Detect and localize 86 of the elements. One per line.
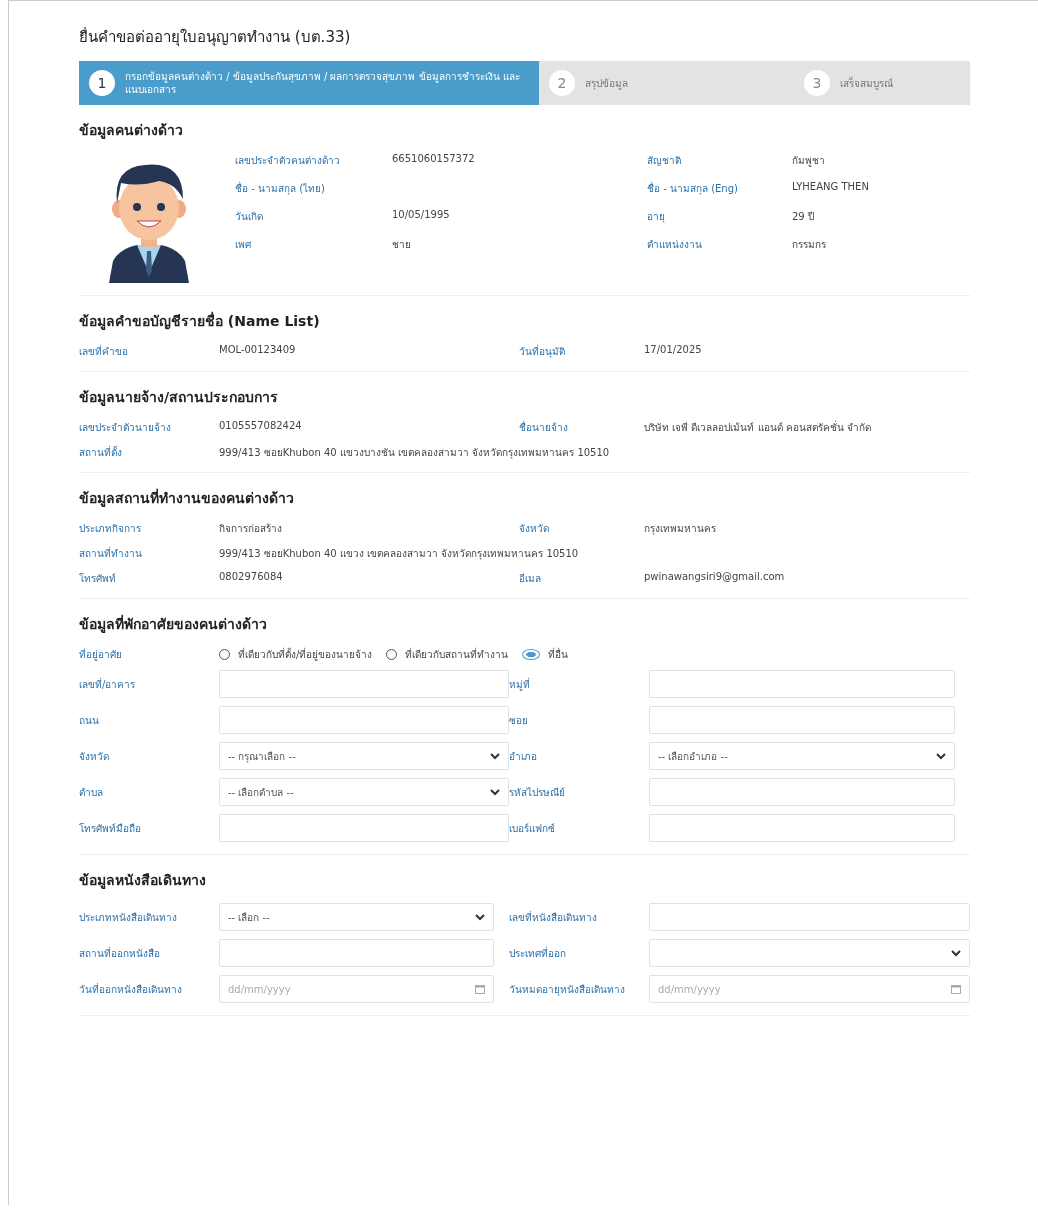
text-field[interactable] xyxy=(219,814,509,842)
select-field[interactable]: -- เลือก -- xyxy=(219,903,494,931)
step-tab[interactable]: 3 เสร็จสมบูรณ์ xyxy=(794,61,1038,105)
field-label: เลขที่คำขอ xyxy=(79,344,129,359)
text-field[interactable] xyxy=(649,778,955,806)
section-title: ข้อมูลสถานที่ทำงานของคนต่างด้าว xyxy=(79,487,295,509)
section-title: ข้อมูลคนต่างด้าว xyxy=(79,121,184,141)
field-label: โทรศัพท์มือถือ xyxy=(79,821,142,836)
field-label: ประเภทหนังสือเดินทาง xyxy=(79,910,178,925)
text-field[interactable] xyxy=(649,903,970,931)
field-label: ชื่อ - นามสกุล (Eng) xyxy=(647,181,739,196)
field-value: 999/413 ซอยKhubon 40 แขวงบางชัน เขตคลองสามวา จังหวัดกรุงเทพมหานคร 10510 xyxy=(219,446,611,460)
field-value: 999/413 ซอยKhubon 40 แขวง เขตคลองสามวา จังหวัดกรุงเทพมหานคร 10510 xyxy=(219,547,580,561)
field-label: โทรศัพท์ xyxy=(79,572,117,586)
chevron-down-icon xyxy=(951,949,961,957)
field-label: ซอย xyxy=(509,713,529,728)
field-value: กัมพูชา xyxy=(792,154,826,168)
field-label: ชื่อ - นามสกุล (ไทย) xyxy=(235,181,326,196)
chevron-down-icon xyxy=(936,752,946,760)
field-label: วันที่ออกหนังสือเดินทาง xyxy=(79,981,183,997)
select-field[interactable]: -- กรุณาเลือก -- xyxy=(219,742,509,770)
radio-option[interactable]: ที่เดียวกับที่ตั้ง/ที่อยู่ของนายจ้าง xyxy=(219,647,373,662)
field-label: วันหมดอายุหนังสือเดินทาง xyxy=(509,982,626,997)
field-label: วันที่อนุมัติ xyxy=(519,344,566,359)
field-label: เลขที่/อาคาร xyxy=(79,676,137,692)
section-title: ข้อมูลคำขอบัญชีรายชื่อ (Name List) xyxy=(79,310,321,332)
calendar-icon xyxy=(951,984,961,994)
field-label: สัญชาติ xyxy=(647,154,682,168)
field-label: สถานที่ออกหนังสือ xyxy=(79,945,161,961)
chevron-down-icon xyxy=(490,788,500,796)
select-field[interactable]: -- เลือกอำเภอ -- xyxy=(649,742,955,770)
field-label: ถนน xyxy=(79,713,100,728)
text-field[interactable] xyxy=(219,706,509,734)
field-label: สถานที่ทำงาน xyxy=(79,546,143,561)
field-value: กรรมกร xyxy=(792,238,827,252)
select-field[interactable]: -- เลือกตำบล -- xyxy=(219,778,509,806)
field-label: อำเภอ xyxy=(509,749,538,764)
field-value: 10/05/1995 xyxy=(392,209,451,222)
field-label: ตำบล xyxy=(79,785,104,800)
radio-option[interactable]: ที่อื่น xyxy=(522,647,569,662)
text-field[interactable] xyxy=(219,670,509,698)
field-label: สถานที่ตั้ง xyxy=(79,445,123,460)
field-label: จังหวัด xyxy=(79,749,110,764)
section-title: ข้อมูลหนังสือเดินทาง xyxy=(79,871,207,891)
chevron-down-icon xyxy=(475,913,485,921)
section-title: ข้อมูลนายจ้าง/สถานประกอบการ xyxy=(79,388,280,408)
field-label: อีเมล xyxy=(519,572,542,586)
field-value: MOL-00123409 xyxy=(219,344,297,357)
field-value: กิจการก่อสร้าง xyxy=(219,522,283,536)
field-value: 17/01/2025 xyxy=(644,344,703,357)
field-label: หมู่ที่ xyxy=(509,676,531,692)
field-label: เลขประจำตัวนายจ้าง xyxy=(79,421,172,435)
text-field[interactable] xyxy=(649,670,955,698)
step-tab[interactable]: 1 กรอกข้อมูลคนต่างด้าว / ข้อมูลประกันสุขภาพ / ผลการตรวจสุขภาพ ข้อมูลการชำระเงิน และแนบเอกสาร xyxy=(79,61,539,105)
field-label: เบอร์แฟกซ์ xyxy=(509,821,556,836)
field-value: 29 ปี xyxy=(792,210,815,224)
chevron-down-icon xyxy=(490,752,500,760)
radio-option[interactable]: ที่เดียวกับสถานที่ทำงาน xyxy=(386,647,509,662)
field-label: ที่อยู่อาศัย xyxy=(79,647,123,662)
field-value: กรุงเทพมหานคร xyxy=(644,522,717,536)
field-label: ชื่อนายจ้าง xyxy=(519,420,569,435)
field-value: 0802976084 xyxy=(219,571,284,584)
field-label: อายุ xyxy=(647,210,666,224)
field-label: เลขประจำตัวคนต่างด้าว xyxy=(235,154,341,168)
page-title: ยื่นคำขอต่ออายุใบอนุญาตทำงาน (บต.33) xyxy=(79,26,352,49)
text-field[interactable] xyxy=(649,814,955,842)
step-tab[interactable]: 2 สรุปข้อมูล xyxy=(539,61,794,105)
text-field[interactable] xyxy=(219,939,494,967)
field-label: วันเกิด xyxy=(235,210,264,224)
field-value: บริษัท เจพี ดีเวลลอปเม้นท์ แอนด์ คอนสตรัคชั่น จำกัด xyxy=(644,420,872,435)
field-value: LYHEANG THEN xyxy=(792,181,869,194)
field-label: ตำแหน่งงาน xyxy=(647,238,703,252)
field-label: ประเภทกิจการ xyxy=(79,522,142,536)
field-value: pwinawangsiri9@gmail.com xyxy=(644,571,786,584)
section-title: ข้อมูลที่พักอาศัยของคนต่างด้าว xyxy=(79,613,268,635)
select-field[interactable] xyxy=(649,939,970,967)
field-value: 0105557082424 xyxy=(219,420,303,433)
field-value: ชาย xyxy=(392,238,412,252)
field-label: ประเทศที่ออก xyxy=(509,945,567,961)
field-label: รหัสไปรษณีย์ xyxy=(509,785,566,800)
calendar-icon xyxy=(475,984,485,994)
field-label: เพศ xyxy=(235,238,252,252)
field-label: เลขที่หนังสือเดินทาง xyxy=(509,909,598,925)
field-label: จังหวัด xyxy=(519,522,550,536)
field-value: 6651060157372 xyxy=(392,153,476,166)
text-field[interactable] xyxy=(649,706,955,734)
